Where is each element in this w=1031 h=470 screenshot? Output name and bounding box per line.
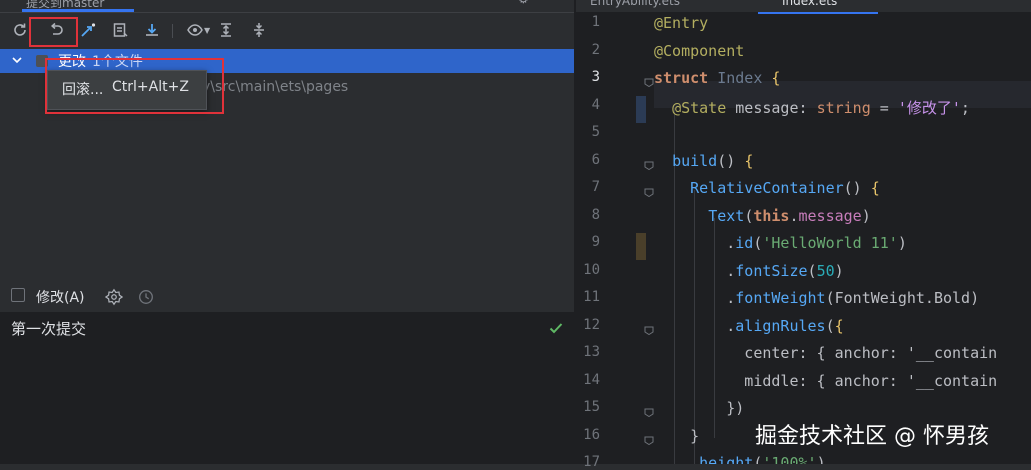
code-line[interactable]: @State message: string = '修改了';	[654, 97, 970, 124]
code-line[interactable]: @Component	[654, 42, 744, 69]
line-number[interactable]: 1	[576, 14, 600, 30]
code-line[interactable]: .id('HelloWorld 11')	[654, 234, 907, 261]
fold-marker-icon[interactable]	[644, 187, 654, 197]
line-number[interactable]: 11	[576, 289, 600, 305]
fold-marker-icon[interactable]	[644, 407, 654, 417]
refresh-icon[interactable]	[9, 19, 31, 41]
line-number[interactable]: 10	[576, 262, 600, 278]
code-line[interactable]: center: { anchor: '__contain	[654, 344, 997, 371]
line-number[interactable]: 7	[576, 179, 600, 195]
code-line[interactable]: })	[654, 399, 744, 426]
watermark: 掘金技术社区 @ 怀男孩	[755, 424, 989, 449]
merge-arrow-icon[interactable]	[77, 19, 99, 41]
chevron-down-icon[interactable]: ▼	[204, 26, 210, 35]
chevron-down-icon[interactable]	[10, 53, 24, 67]
code-line[interactable]: middle: { anchor: '__contain	[654, 372, 997, 399]
fold-marker-icon[interactable]	[644, 77, 654, 87]
commit-options-bar: 修改(A)	[0, 282, 574, 312]
editor-tab-bar: EntryAbility.ets Index.ets	[576, 0, 1031, 14]
line-number[interactable]: 5	[576, 124, 600, 140]
collapse-all-icon[interactable]	[248, 19, 270, 41]
change-marker	[636, 233, 646, 260]
check-icon	[549, 323, 563, 334]
fold-marker-icon[interactable]	[644, 435, 654, 445]
line-number[interactable]: 15	[576, 399, 600, 415]
line-number-gutter: 1 2 3 4 5 6 7 8 9 10 11 12 13 14 15 16 17	[576, 12, 640, 470]
change-marker	[636, 96, 646, 123]
toolbar-separator	[172, 24, 173, 38]
line-number[interactable]: 9	[576, 234, 600, 250]
tab-index[interactable]: Index.ets	[782, 0, 837, 8]
commit-message-area[interactable]: 第一次提交	[0, 312, 574, 464]
highlight-box-menu	[45, 58, 224, 114]
line-number[interactable]: 17	[576, 454, 600, 470]
fold-marker-icon[interactable]	[644, 160, 654, 170]
code-line[interactable]: .fontWeight(FontWeight.Bold)	[654, 289, 979, 316]
code-line[interactable]: @Entry	[654, 14, 708, 41]
code-line[interactable]: build() {	[654, 152, 753, 179]
line-number[interactable]: 6	[576, 152, 600, 168]
code-line[interactable]: struct Index {	[654, 69, 780, 96]
shelve-icon[interactable]	[109, 19, 131, 41]
commit-panel: 提交到master ⚙ ▼	[0, 0, 574, 464]
download-icon[interactable]	[141, 19, 163, 41]
amend-checkbox[interactable]	[11, 288, 25, 302]
code-line[interactable]: RelativeContainer() {	[654, 179, 880, 206]
line-number[interactable]: 4	[576, 97, 600, 113]
tab-entryability[interactable]: EntryAbility.ets	[590, 0, 680, 8]
line-number[interactable]: 3	[576, 69, 600, 85]
clock-icon[interactable]	[136, 287, 156, 307]
highlight-box-rollback	[29, 17, 78, 47]
line-number[interactable]: 13	[576, 344, 600, 360]
commit-message-text[interactable]: 第一次提交	[11, 318, 86, 339]
code-line[interactable]: .alignRules({	[654, 317, 843, 344]
expand-all-icon[interactable]	[215, 19, 237, 41]
eye-icon[interactable]	[184, 19, 206, 41]
amend-label[interactable]: 修改(A)	[36, 287, 85, 307]
line-number[interactable]: 14	[576, 372, 600, 388]
code-area[interactable]: @Entry @Component struct Index { @State me…	[654, 12, 1031, 464]
commit-toolbar: ▼	[0, 14, 574, 48]
code-editor: EntryAbility.ets Index.ets 1 2 3 4 5 6 7 8 9 10 11…	[576, 0, 1031, 470]
line-number[interactable]: 16	[576, 427, 600, 443]
code-line[interactable]: }	[654, 427, 699, 454]
line-number[interactable]: 8	[576, 207, 600, 223]
code-line[interactable]: Text(this.message)	[654, 207, 871, 234]
line-number[interactable]: 12	[576, 317, 600, 333]
settings-gear-icon[interactable]	[104, 287, 124, 307]
code-line[interactable]: .fontSize(50)	[654, 262, 843, 289]
line-number[interactable]: 2	[576, 42, 600, 58]
active-tab-underline	[22, 9, 134, 12]
commit-tab-bar: 提交到master ⚙	[0, 0, 574, 13]
code-line[interactable]: .height('100%')	[654, 454, 825, 464]
gear-icon[interactable]: ⚙	[518, 0, 532, 6]
fold-marker-icon[interactable]	[644, 325, 654, 335]
